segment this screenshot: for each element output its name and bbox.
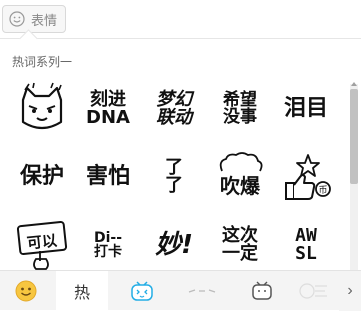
sticker-cat-face[interactable] [10,77,74,141]
svg-text:币: 币 [318,185,327,196]
sticker-tears[interactable]: 泪目 [274,77,338,141]
tab-doodle[interactable] [176,271,228,311]
cat-face-icon [21,82,63,130]
emoji-toggle-label: 表情 [31,12,58,28]
tab-emoji[interactable] [0,271,52,311]
sticker-blow-up[interactable]: 吹爆 [208,145,272,209]
sticker-ok[interactable]: 可以 [10,213,74,277]
sticker-protect-text: 保护 [19,164,64,189]
scroll-up-arrow-icon[interactable] [350,81,358,87]
section-title: 热词系列一 [12,55,73,69]
smiley-icon [9,11,25,27]
sticker-wonderful-text: 妙! [155,230,193,260]
hand-icon [33,251,49,270]
sticker-protect[interactable]: 保护 [10,145,74,209]
sticker-awsl-text: AW SL [295,225,317,264]
tab-next-arrow[interactable]: › [339,271,361,311]
emoji-tab-bar: 热 › [0,270,361,311]
faded-sticker-icon [299,283,327,299]
sticker-wonderful[interactable]: 妙! [142,213,206,277]
sticker-yes-yes[interactable]: 了 了 [142,145,206,209]
sticker-check-in-text: Di-- 打卡 [93,230,123,260]
sticker-blow-up-text: 吹爆 [220,174,260,198]
emoji-toggle-button[interactable]: 表情 [2,5,66,33]
sticker-dream-collab[interactable]: 梦幻 联动 [142,77,206,141]
scrollbar-thumb[interactable] [350,89,358,184]
tab-overlap[interactable] [290,271,338,311]
sticker-check-in[interactable]: Di-- 打卡 [76,213,140,277]
sticker-dream-collab-text: 梦幻 联动 [156,89,192,128]
thumbs-up-coin-icon: 币 [285,154,331,200]
sticker-awsl[interactable]: AW SL [274,213,338,277]
tab-hot-label: 热 [73,285,90,302]
sticker-scared[interactable]: 害怕 [76,145,140,209]
sticker-engraved-dna[interactable]: 刻进 DNA [76,77,140,141]
sticker-scared-text: 害怕 [85,164,130,189]
tv-small-icon [252,281,272,300]
sticker-hope-nothing[interactable]: 希望 没事 [208,77,272,141]
doodle-icon [188,289,216,293]
cloud-burst-icon [219,152,263,172]
sticker-tears-text: 泪目 [283,96,328,121]
tab-tv-face[interactable] [116,271,168,311]
tab-tv-small[interactable] [236,271,288,311]
sticker-ok-text: 可以 [26,230,58,253]
emoji-panel: 热词系列一 刻进 DNA 梦幻 联动 希望 没事 泪目 保护 害怕 了 了 吹爆… [0,29,361,311]
sticker-this-time-sure[interactable]: 这次 一定 [208,213,272,277]
tv-face-icon [131,281,153,301]
sticker-this-time-sure-text: 这次 一定 [222,225,258,264]
chevron-right-icon: › [347,282,353,299]
sticker-thumbs-up-coin[interactable]: 币 [274,145,338,209]
tab-hot[interactable]: 热 [56,271,108,311]
sticker-yes-yes-text: 了 了 [165,157,183,196]
sticker-engraved-dna-text: 刻进 DNA [86,89,130,128]
sticker-hope-nothing-text: 希望 没事 [223,90,257,127]
yellow-smiley-icon [15,280,37,302]
